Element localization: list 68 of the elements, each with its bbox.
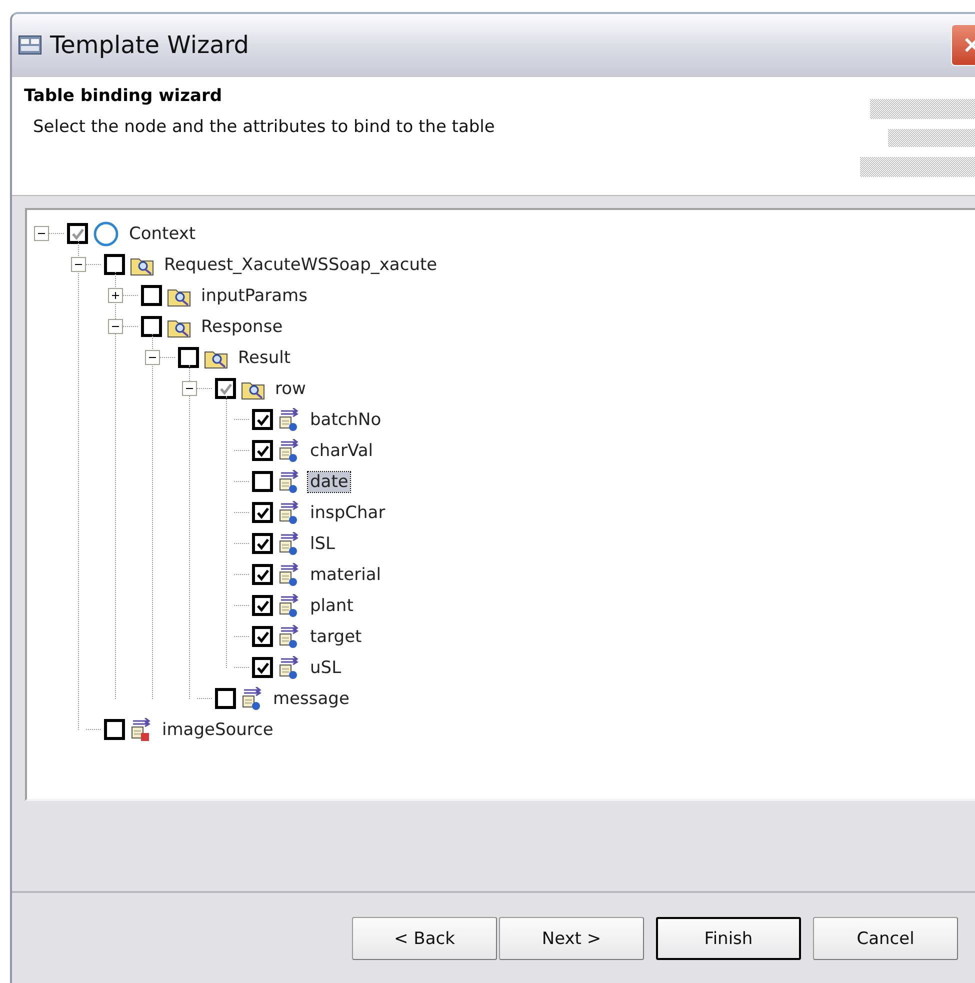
dialog-button[interactable]: < Back [352,917,497,960]
checkbox[interactable] [215,688,236,709]
dialog-button[interactable]: Finish [656,917,801,960]
tree-item[interactable]: lSL [308,534,337,554]
document-icon [278,656,300,680]
check-icon [256,660,270,674]
document-icon [278,594,300,618]
checkbox[interactable] [252,626,273,647]
checkbox[interactable] [252,533,273,554]
checkbox[interactable] [104,254,125,275]
wizard-icon [18,34,42,56]
document-icon [278,532,300,556]
checkbox[interactable] [252,440,273,461]
circle-icon [93,220,119,246]
check-icon [256,630,270,644]
tree-item[interactable]: Response [199,316,285,336]
checkbox[interactable] [104,719,125,740]
document-icon [278,408,300,432]
document-icon [278,470,300,494]
tree-item[interactable]: inputParams [199,286,310,306]
tree-item[interactable]: inspChar [308,502,388,522]
checkbox[interactable] [67,223,88,244]
document-icon [130,718,152,742]
check-icon [256,444,270,458]
dialog-button[interactable]: Next > [499,917,644,960]
check-icon [256,536,270,550]
checkbox[interactable] [141,316,162,337]
page-title: Table binding wizard [24,86,224,106]
check-icon [256,412,270,426]
page-description: Select the node and the attributes to bind to the table [33,117,495,137]
document-icon [278,562,300,586]
checkbox[interactable] [252,409,273,430]
window-title: Template Wizard [50,31,250,59]
tree-item[interactable]: batchNo [308,410,384,430]
checkbox[interactable] [178,347,199,368]
document-icon [241,686,263,710]
collapse-icon[interactable] [108,319,123,334]
checkbox[interactable] [252,564,273,585]
collapse-icon[interactable] [182,381,197,396]
document-icon [278,438,300,462]
checkbox[interactable] [252,471,273,492]
document-icon [278,500,300,524]
collapse-icon[interactable] [71,257,86,272]
expand-icon[interactable] [108,288,123,303]
tree-item[interactable]: Request_XacuteWSSoap_xacute [162,254,440,274]
dialog-button[interactable]: Cancel [813,917,958,960]
check-icon [256,598,270,612]
tree-item[interactable]: plant [308,596,356,616]
check-icon [256,506,270,520]
tree-item[interactable]: Context [127,224,198,244]
tree-item[interactable]: row [273,378,308,398]
tree-item[interactable]: uSL [308,658,344,678]
checkbox[interactable] [252,595,273,616]
tree-item[interactable]: charVal [308,440,375,460]
tree-item[interactable]: message [271,688,352,708]
check-icon [256,568,270,582]
tree-item[interactable]: target [308,626,364,646]
document-icon [278,624,300,648]
checkbox[interactable] [252,657,273,678]
tree-item[interactable]: imageSource [160,720,276,740]
checkbox[interactable] [252,502,273,523]
collapse-icon[interactable] [145,350,160,365]
collapse-icon[interactable] [34,226,49,241]
tree-item[interactable]: material [308,564,383,584]
checkbox[interactable] [141,285,162,306]
tree-item[interactable]: date [308,472,350,492]
checkbox[interactable] [215,378,236,399]
tree-item[interactable]: Result [236,348,293,368]
